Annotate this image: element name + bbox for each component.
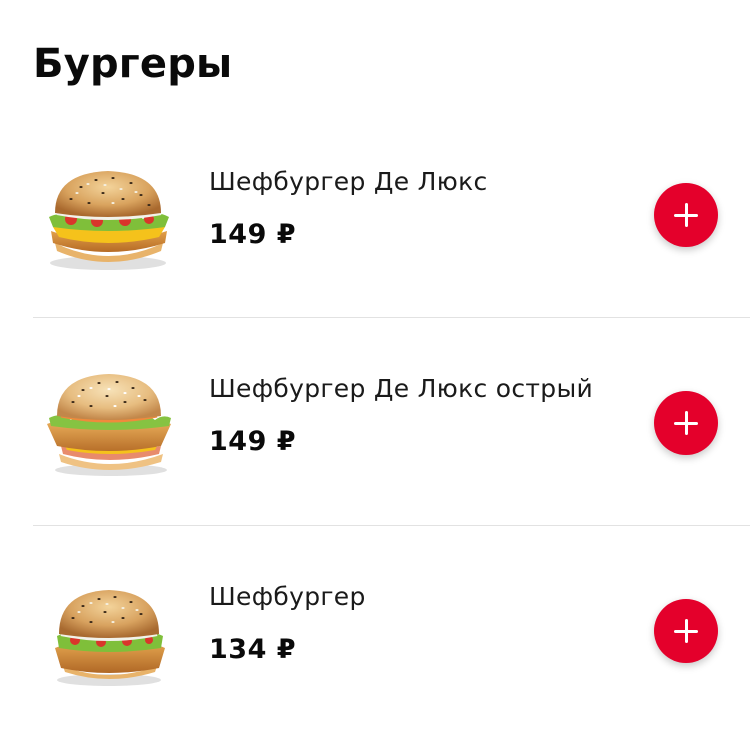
plus-icon [674, 411, 698, 435]
product-name[interactable]: Шефбургер [209, 581, 366, 613]
add-to-cart-button[interactable] [654, 391, 718, 455]
burger-deluxe-photo[interactable] [41, 165, 176, 275]
product-name[interactable]: Шефбургер Де Люкс [209, 166, 488, 198]
plus-icon [674, 619, 698, 643]
product-item[interactable]: Шефбургер 134 ₽ [33, 525, 750, 733]
burger-deluxe-spicy-photo[interactable] [41, 370, 176, 480]
product-list: Шефбургер Де Люкс 149 ₽ Шефбургер Де Люк… [33, 110, 750, 733]
product-name[interactable]: Шефбургер Де Люкс острый [209, 373, 593, 405]
product-item[interactable]: Шефбургер Де Люкс острый 149 ₽ [33, 317, 750, 525]
product-price: 149 ₽ [209, 426, 297, 457]
add-to-cart-button[interactable] [654, 599, 718, 663]
product-item[interactable]: Шефбургер Де Люкс 149 ₽ [33, 110, 750, 317]
plus-icon [674, 203, 698, 227]
burger-photo[interactable] [41, 582, 176, 692]
product-price: 149 ₽ [209, 219, 297, 250]
section-title: Бургеры [33, 41, 233, 87]
add-to-cart-button[interactable] [654, 183, 718, 247]
product-price: 134 ₽ [209, 634, 297, 665]
